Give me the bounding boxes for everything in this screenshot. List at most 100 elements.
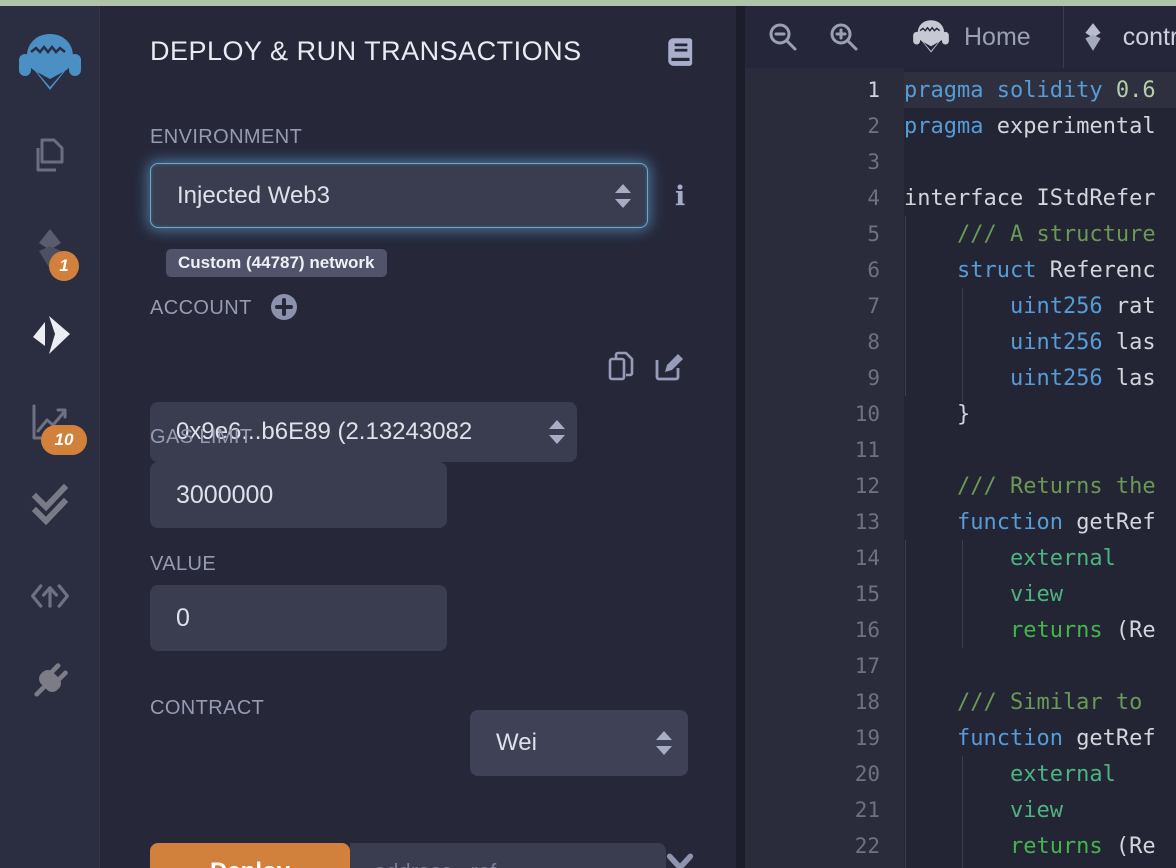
code-line[interactable]: 22 returns (Re — [745, 828, 1176, 864]
value-label: VALUE — [150, 553, 217, 575]
code-line[interactable]: 8 uint256 las — [745, 324, 1176, 360]
deploy-button[interactable]: Deploy — [150, 843, 350, 868]
zoom-in-button[interactable] — [828, 21, 860, 53]
edit-account-button[interactable] — [652, 351, 685, 389]
contract-label: CONTRACT — [150, 697, 265, 719]
code-text: returns (Re — [904, 617, 1156, 643]
code-line[interactable]: 14 external — [745, 540, 1176, 576]
deploy-params-input[interactable] — [350, 843, 666, 868]
tab-home[interactable]: Home — [912, 19, 1031, 55]
code-text: uint256 las — [904, 329, 1156, 355]
line-number: 16 — [854, 618, 880, 642]
zoom-out-icon — [769, 23, 797, 51]
gas-limit-input[interactable] — [150, 462, 447, 528]
code-line[interactable]: 7 uint256 rat — [745, 288, 1176, 324]
code-editor: Home contr 1 pragma solidity 0.6 2 pragma e… — [745, 6, 1176, 868]
line-number: 21 — [854, 798, 880, 822]
code-line[interactable]: 17 — [745, 648, 1176, 684]
value-unit-select[interactable]: Wei — [470, 710, 688, 776]
line-number: 13 — [854, 510, 880, 534]
gas-limit-label: GAS LIMIT — [150, 426, 253, 448]
chevron-down-icon — [666, 853, 694, 868]
code-line[interactable]: 1 pragma solidity 0.6 — [745, 72, 1176, 108]
code-text: } — [904, 401, 971, 427]
sidebar-item-deploy-run[interactable] — [0, 310, 100, 358]
code-text: /// Returns the — [904, 473, 1156, 499]
code-line[interactable]: 6 struct Referenc — [745, 252, 1176, 288]
code-line[interactable]: 12 /// Returns the — [745, 468, 1176, 504]
code-line[interactable]: 19 function getRef — [745, 720, 1176, 756]
select-arrows-icon — [615, 183, 631, 208]
plus-circle-icon — [271, 294, 297, 320]
code-line[interactable]: 15 view — [745, 576, 1176, 612]
zoom-out-button[interactable] — [767, 21, 799, 53]
code-line[interactable]: 21 view — [745, 792, 1176, 828]
line-number: 10 — [854, 402, 880, 426]
remix-ide-window: 1 10 DEPLOY & RUN TRANSACTIONS ENVIRONME… — [0, 0, 1176, 868]
environment-value: Injected Web3 — [177, 181, 330, 209]
sidebar-item-file-explorer[interactable] — [0, 134, 100, 182]
tab-contract[interactable]: contr — [1077, 19, 1176, 55]
line-number: 11 — [854, 438, 880, 462]
solidity-tab-icon — [1085, 23, 1101, 51]
line-number: 7 — [867, 294, 880, 318]
select-arrows-icon — [656, 731, 672, 755]
line-number: 9 — [867, 366, 880, 390]
value-wrap — [150, 585, 447, 651]
line-number: 4 — [867, 186, 880, 210]
line-number: 5 — [867, 222, 880, 246]
compiler-badge: 1 — [49, 251, 79, 281]
code-text: uint256 las — [904, 365, 1156, 391]
code-text: struct Referenc — [904, 257, 1156, 283]
code-line[interactable]: 13 function getRef — [745, 504, 1176, 540]
line-number: 3 — [867, 150, 880, 174]
code-line[interactable]: 4 interface IStdRefer — [745, 180, 1176, 216]
line-number: 2 — [867, 114, 880, 138]
line-number: 6 — [867, 258, 880, 282]
icon-rail: 1 10 — [0, 6, 100, 868]
indent-guide — [962, 756, 963, 868]
remix-logo[interactable] — [0, 32, 100, 94]
docs-button[interactable] — [664, 34, 698, 75]
code-line[interactable]: 20 external — [745, 756, 1176, 792]
code-line[interactable]: 5 /// A structure — [745, 216, 1176, 252]
code-line[interactable]: 3 — [745, 144, 1176, 180]
add-account-button[interactable] — [270, 293, 298, 326]
environment-select[interactable]: Injected Web3 — [150, 163, 648, 228]
copy-account-button[interactable] — [605, 350, 637, 389]
code-text: pragma experimental — [904, 113, 1156, 139]
expand-deploy-button[interactable] — [665, 849, 695, 868]
line-number: 19 — [854, 726, 880, 750]
code-text: /// A structure — [904, 221, 1156, 247]
code-line[interactable]: 9 uint256 las — [745, 360, 1176, 396]
code-text: function getRef — [904, 725, 1156, 751]
sidebar-item-plugin-manager[interactable] — [0, 656, 100, 706]
indent-guide — [962, 540, 963, 648]
account-label: ACCOUNT — [150, 297, 252, 319]
remix-logo-icon — [19, 34, 81, 90]
sidebar-item-static-analysis[interactable] — [0, 481, 100, 529]
code-line[interactable]: 11 — [745, 432, 1176, 468]
sidebar-item-debugger[interactable] — [0, 574, 100, 618]
analytics-badge: 10 — [41, 425, 87, 455]
code-line[interactable]: 18 /// Similar to — [745, 684, 1176, 720]
value-input[interactable] — [150, 585, 447, 651]
environment-info-button[interactable]: i — [675, 181, 685, 212]
code-text: external — [904, 545, 1116, 571]
code-line[interactable]: 2 pragma experimental — [745, 108, 1176, 144]
code-line[interactable]: 10 } — [745, 396, 1176, 432]
code-line[interactable]: 16 returns (Re — [745, 612, 1176, 648]
panel-resize-handle[interactable] — [736, 6, 745, 868]
select-arrows-icon — [549, 420, 565, 444]
indent-guide — [962, 288, 963, 402]
tab-separator — [1063, 6, 1064, 68]
page-title: DEPLOY & RUN TRANSACTIONS — [150, 36, 582, 66]
line-number: 8 — [867, 330, 880, 354]
indent-guide — [905, 216, 906, 396]
line-number: 15 — [854, 582, 880, 606]
static-analysis-icon — [31, 483, 69, 526]
line-number: 14 — [854, 546, 880, 570]
